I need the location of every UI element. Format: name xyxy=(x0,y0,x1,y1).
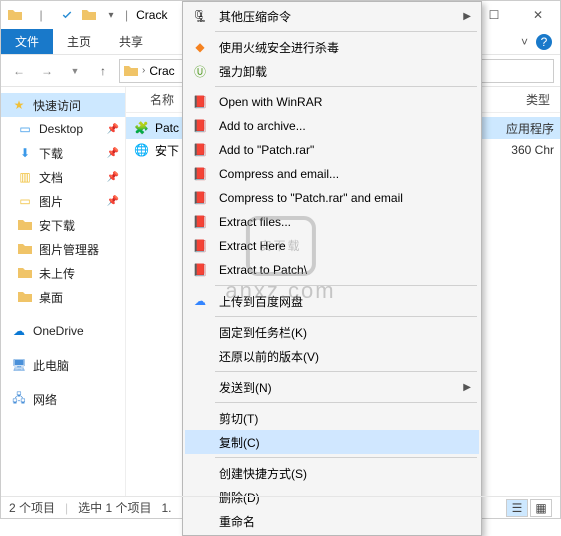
menu-force-uninstall[interactable]: Ⓤ强力卸载 xyxy=(185,59,479,83)
pin-icon: 📌 xyxy=(107,172,119,183)
menu-other-compress[interactable]: 🗜其他压缩命令▶ xyxy=(185,4,479,28)
cloud-icon: ☁ xyxy=(11,323,27,339)
quick-access-label: 快速访问 xyxy=(33,97,81,114)
network[interactable]: 🖧网络 xyxy=(1,387,125,411)
menu-separator xyxy=(215,86,477,87)
navigation-pane: ★ 快速访问 ▭Desktop📌 ⬇下载📌 ▥文档📌 ▭图片📌 安下载 图片管理… xyxy=(1,87,126,496)
menu-huorong-scan[interactable]: ◆使用火绒安全进行杀毒 xyxy=(185,35,479,59)
menu-create-shortcut[interactable]: 创建快捷方式(S) xyxy=(185,461,479,485)
winrar-icon: 📕 xyxy=(191,117,209,135)
star-icon: ★ xyxy=(11,97,27,113)
pictures-icon: ▭ xyxy=(17,193,33,209)
tab-file[interactable]: 文件 xyxy=(1,29,53,54)
pin-icon: 📌 xyxy=(107,196,119,207)
winrar-icon: 📕 xyxy=(191,213,209,231)
pin-icon: 📌 xyxy=(107,124,119,135)
pc-icon: 🖥 xyxy=(11,357,27,373)
tab-home[interactable]: 主页 xyxy=(53,29,105,54)
chevron-right-icon[interactable]: › xyxy=(142,65,145,76)
menu-extract-here[interactable]: 📕Extract Here xyxy=(185,234,479,258)
folder-icon xyxy=(17,241,33,257)
up-button[interactable]: ↑ xyxy=(91,59,115,83)
qat-dropdown[interactable]: ▾ xyxy=(101,5,121,25)
onedrive[interactable]: ☁OneDrive xyxy=(1,319,125,343)
baidu-icon: ☁ xyxy=(191,292,209,310)
download-icon: ⬇ xyxy=(17,145,33,161)
menu-add-patch-rar[interactable]: 📕Add to "Patch.rar" xyxy=(185,138,479,162)
status-count: 2 个项目 xyxy=(9,499,55,516)
menu-add-archive[interactable]: 📕Add to archive... xyxy=(185,114,479,138)
folder-icon xyxy=(17,265,33,281)
sidebar-item-anxz[interactable]: 安下载 xyxy=(1,213,125,237)
this-pc[interactable]: 🖥此电脑 xyxy=(1,353,125,377)
menu-cut[interactable]: 剪切(T) xyxy=(185,406,479,430)
winrar-icon: 📕 xyxy=(191,93,209,111)
qat-sep: | xyxy=(31,5,51,25)
pin-icon: 📌 xyxy=(107,148,119,159)
menu-compress-patch-email[interactable]: 📕Compress to "Patch.rar" and email xyxy=(185,186,479,210)
column-type[interactable]: 类型 xyxy=(526,91,550,108)
qat-folder-icon[interactable] xyxy=(79,5,99,25)
ribbon-expand-icon[interactable]: ˅ xyxy=(521,35,528,49)
menu-compress-email[interactable]: 📕Compress and email... xyxy=(185,162,479,186)
menu-separator xyxy=(215,285,477,286)
shield-icon: ◆ xyxy=(191,38,209,56)
uninstall-icon: Ⓤ xyxy=(191,62,209,80)
chevron-right-icon: ▶ xyxy=(463,382,471,393)
winrar-icon: 📕 xyxy=(191,165,209,183)
menu-separator xyxy=(215,457,477,458)
breadcrumb-segment[interactable]: Crac xyxy=(149,64,174,78)
folder-icon xyxy=(17,289,33,305)
status-size: 1. xyxy=(161,501,171,515)
folder-icon xyxy=(5,5,25,25)
menu-separator xyxy=(215,31,477,32)
winrar-icon: 📕 xyxy=(191,189,209,207)
chevron-right-icon: ▶ xyxy=(463,11,471,22)
menu-extract-to[interactable]: 📕Extract to Patch\ xyxy=(185,258,479,282)
menu-baidu-upload[interactable]: ☁上传到百度网盘 xyxy=(185,289,479,313)
help-icon[interactable]: ? xyxy=(536,34,552,50)
sidebar-item-pictures[interactable]: ▭图片📌 xyxy=(1,189,125,213)
close-button[interactable]: ✕ xyxy=(516,1,560,29)
winrar-icon: 📕 xyxy=(191,141,209,159)
sidebar-item-documents[interactable]: ▥文档📌 xyxy=(1,165,125,189)
network-icon: 🖧 xyxy=(11,391,27,407)
status-selection: 选中 1 个项目 xyxy=(78,499,151,516)
menu-separator xyxy=(215,316,477,317)
window-title: Crack xyxy=(136,8,167,22)
status-bar: 2 个项目 | 选中 1 个项目 1. ☰ ▦ xyxy=(1,496,560,518)
sidebar-item-picmgr[interactable]: 图片管理器 xyxy=(1,237,125,261)
menu-send-to[interactable]: 发送到(N)▶ xyxy=(185,375,479,399)
winrar-icon: 📕 xyxy=(191,261,209,279)
title-sep: | xyxy=(125,8,128,22)
menu-restore-versions[interactable]: 还原以前的版本(V) xyxy=(185,344,479,368)
forward-button: → xyxy=(35,59,59,83)
breadcrumb-folder-icon xyxy=(124,65,138,77)
sidebar-item-desktop2[interactable]: 桌面 xyxy=(1,285,125,309)
exe-icon: 🧩 xyxy=(134,121,149,135)
chrome-icon: 🌐 xyxy=(134,143,149,157)
tab-share[interactable]: 共享 xyxy=(105,29,157,54)
menu-separator xyxy=(215,371,477,372)
desktop-icon: ▭ xyxy=(17,121,33,137)
menu-pin-taskbar[interactable]: 固定到任务栏(K) xyxy=(185,320,479,344)
history-dropdown[interactable]: ▼ xyxy=(63,59,87,83)
menu-copy[interactable]: 复制(C) xyxy=(185,430,479,454)
quick-access[interactable]: ★ 快速访问 xyxy=(1,93,125,117)
sidebar-item-notuploaded[interactable]: 未上传 xyxy=(1,261,125,285)
documents-icon: ▥ xyxy=(17,169,33,185)
sidebar-item-desktop[interactable]: ▭Desktop📌 xyxy=(1,117,125,141)
sidebar-item-downloads[interactable]: ⬇下载📌 xyxy=(1,141,125,165)
menu-extract-files[interactable]: 📕Extract files... xyxy=(185,210,479,234)
archive-icon: 🗜 xyxy=(191,7,209,25)
context-menu: 🗜其他压缩命令▶ ◆使用火绒安全进行杀毒 Ⓤ强力卸载 📕Open with Wi… xyxy=(182,1,482,536)
folder-icon xyxy=(17,217,33,233)
back-button[interactable]: ← xyxy=(7,59,31,83)
qat-properties-icon[interactable] xyxy=(57,5,77,25)
menu-open-winrar[interactable]: 📕Open with WinRAR xyxy=(185,90,479,114)
menu-separator xyxy=(215,402,477,403)
winrar-icon: 📕 xyxy=(191,237,209,255)
view-details-button[interactable]: ☰ xyxy=(506,499,528,517)
view-icons-button[interactable]: ▦ xyxy=(530,499,552,517)
